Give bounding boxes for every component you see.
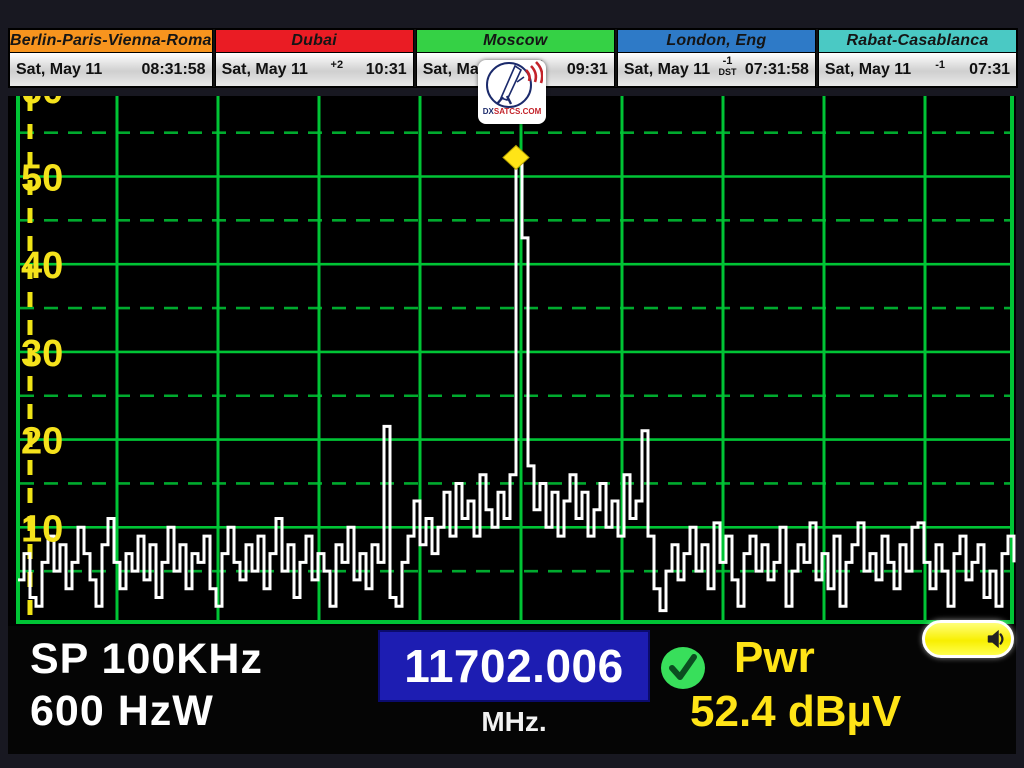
logo-caption: DXSATCS.COM (483, 108, 542, 116)
spectrum-plot: 60 50 40 30 20 10 (8, 96, 1016, 626)
zone-offset: -1 (935, 60, 945, 71)
zone-column: London, Eng Sat, May 11 -1 DST 07:31:58 (617, 29, 818, 87)
zone-header: London, Eng (617, 29, 816, 53)
zone-time-row: Sat, May 11 08:31:58 (9, 53, 213, 87)
zone-header: Moscow (416, 29, 615, 53)
bandwidth-readout: 600 HzW (30, 690, 214, 733)
zone-time: 09:31 (567, 61, 608, 79)
power-label: Pwr (734, 636, 815, 680)
zone-column: Dubai Sat, May 11 +2 10:31 (215, 29, 416, 87)
zone-time: 08:31:58 (142, 61, 206, 79)
zone-time-row: Sat, May 11 -1 DST 07:31:58 (617, 53, 816, 87)
peak-marker[interactable] (503, 145, 529, 169)
speaker-icon (985, 628, 1007, 650)
frequency-display[interactable]: 11702.006 (378, 630, 650, 702)
y-axis-label: 60 (21, 96, 63, 112)
zone-header: Dubai (215, 29, 414, 53)
zone-date: Sat, May 11 (624, 61, 710, 79)
zone-time: 10:31 (366, 61, 407, 79)
zone-column: Berlin-Paris-Vienna-Roma Sat, May 11 08:… (9, 29, 215, 87)
zone-time-row: Sat, May 11 +2 10:31 (215, 53, 414, 87)
zone-header: Rabat-Casablanca (818, 29, 1017, 53)
zone-time: 07:31 (969, 61, 1010, 79)
y-axis-label: 10 (21, 508, 63, 550)
zone-offset: -1 DST (718, 56, 736, 76)
power-value: 52.4 dBµV (690, 690, 901, 734)
y-axis-label: 20 (21, 421, 63, 463)
zone-offset-value: +2 (331, 60, 344, 71)
frequency-unit: MHz. (378, 706, 650, 738)
span-readout: SP 100KHz (30, 638, 263, 681)
frame: { "world_clock": { "zones": [ {"name": "… (0, 0, 1024, 768)
zone-header: Berlin-Paris-Vienna-Roma (9, 29, 213, 53)
zone-offset-value: -1 (723, 56, 733, 67)
y-axis-label: 30 (21, 333, 63, 375)
zone-date: Sat, May 11 (16, 61, 102, 79)
y-axis-label: 40 (21, 245, 63, 287)
zone-offset: +2 (331, 60, 344, 71)
zone-date: Sat, May 11 (825, 61, 911, 79)
satellite-dish-icon (481, 60, 543, 110)
zone-time-row: Sat, May 11 -1 07:31 (818, 53, 1017, 87)
zone-column: Rabat-Casablanca Sat, May 11 -1 07:31 (818, 29, 1017, 87)
spectrum-svg: 60 50 40 30 20 10 (8, 96, 1016, 626)
spectrum-trace (18, 156, 1014, 611)
zone-offset-value: -1 (935, 60, 945, 71)
zone-time: 07:31:58 (745, 61, 809, 79)
y-axis-label: 50 (21, 158, 63, 200)
volume-toggle[interactable] (922, 620, 1014, 658)
dxsatcs-logo: DXSATCS.COM (478, 60, 546, 124)
zone-offset-note: DST (718, 68, 736, 77)
zone-date: Sat, May 11 (222, 61, 308, 79)
signal-ok-icon (660, 646, 706, 690)
bottom-panel: SP 100KHz 600 HzW 11702.006 MHz. Pwr 52.… (8, 626, 1016, 754)
